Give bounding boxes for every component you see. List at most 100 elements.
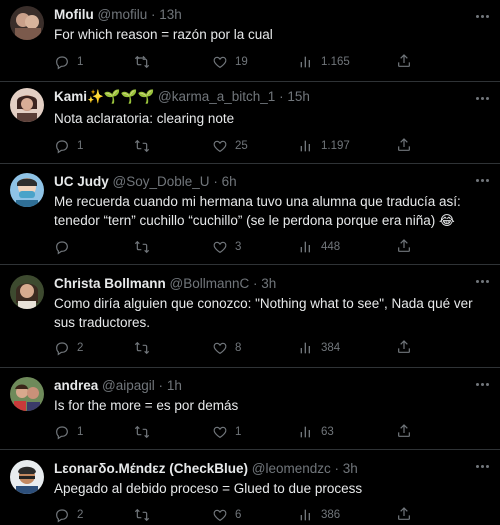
author-name[interactable]: andrea xyxy=(54,378,98,393)
avatar[interactable] xyxy=(10,377,44,411)
views-count: 1.197 xyxy=(321,140,350,152)
retweet-button[interactable] xyxy=(134,339,157,357)
views-button[interactable]: 63 xyxy=(298,423,334,441)
tweet-text: For which reason = razón por la cual xyxy=(54,27,273,42)
retweet-icon xyxy=(134,139,150,153)
author-handle[interactable]: @mofilu xyxy=(98,7,148,22)
more-icon[interactable] xyxy=(472,172,492,188)
reply-icon xyxy=(56,56,68,70)
tweet-text: Como diría alguien que conozco: "Nothing… xyxy=(54,296,473,330)
tweet[interactable]: Kami✨🌱🌱🌱 @karma_a_bitch_1 · 15h Nota acl… xyxy=(0,82,500,164)
reply-button[interactable]: 2 xyxy=(54,506,83,524)
author-name[interactable]: Lεοnaгδο.Μέndεz (CheckBlue) xyxy=(54,461,248,476)
retweet-button[interactable] xyxy=(134,137,157,155)
more-icon[interactable] xyxy=(472,90,492,106)
avatar[interactable] xyxy=(10,173,44,207)
timestamp[interactable]: 1h xyxy=(167,378,182,393)
tweet-text: Nota aclaratoria: clearing note xyxy=(54,111,235,126)
more-icon[interactable] xyxy=(472,458,492,474)
like-button[interactable]: 19 xyxy=(212,53,248,71)
author-handle[interactable]: @leomendzc xyxy=(252,461,331,476)
heart-icon xyxy=(213,241,227,254)
timestamp[interactable]: 13h xyxy=(159,7,182,22)
tweet-header: Lεοnaгδο.Μέndεz (CheckBlue) @leomendzc ·… xyxy=(54,460,470,478)
reply-icon xyxy=(56,342,68,356)
like-button[interactable]: 6 xyxy=(212,506,241,524)
author-handle[interactable]: @Soy_Doble_U xyxy=(113,174,210,189)
share-icon[interactable] xyxy=(396,137,412,153)
retweet-button[interactable] xyxy=(134,423,157,441)
retweet-button[interactable] xyxy=(134,238,157,256)
views-icon xyxy=(300,140,310,152)
retweet-icon xyxy=(134,425,150,439)
tweet-header: Kami✨🌱🌱🌱 @karma_a_bitch_1 · 15h xyxy=(54,88,470,106)
separator-dot: · xyxy=(279,89,284,104)
avatar[interactable] xyxy=(10,6,44,40)
like-count: 6 xyxy=(235,509,242,521)
reply-icon xyxy=(56,509,68,523)
views-button[interactable]: 1.165 xyxy=(298,53,350,71)
share-icon[interactable] xyxy=(396,339,412,355)
author-handle[interactable]: @aipagil xyxy=(102,378,155,393)
retweet-button[interactable] xyxy=(134,506,157,524)
like-count: 25 xyxy=(235,140,248,152)
heart-icon xyxy=(213,140,227,153)
tweet-actions: 1 25 1.197 xyxy=(54,137,486,155)
retweet-icon xyxy=(134,240,150,254)
tweet[interactable]: UC Judy @Soy_Doble_U · 6h Me recuerda cu… xyxy=(0,164,500,265)
tweet-header: Mofilu @mofilu · 13h xyxy=(54,6,470,24)
timestamp[interactable]: 15h xyxy=(287,89,310,104)
views-icon xyxy=(300,426,310,438)
retweet-button[interactable] xyxy=(134,53,157,71)
reply-button[interactable]: 1 xyxy=(54,137,83,155)
tweet-actions: 1 1 63 xyxy=(54,423,486,441)
views-icon xyxy=(300,342,310,354)
heart-icon xyxy=(213,56,227,69)
separator-dot: · xyxy=(158,378,164,393)
views-button[interactable]: 1.197 xyxy=(298,137,350,155)
reply-button[interactable]: 1 xyxy=(54,423,83,441)
like-button[interactable]: 3 xyxy=(212,238,241,256)
author-name[interactable]: UC Judy xyxy=(54,174,109,189)
views-icon xyxy=(300,56,310,68)
more-icon[interactable] xyxy=(472,273,492,289)
more-icon[interactable] xyxy=(472,8,492,24)
share-icon[interactable] xyxy=(396,506,412,522)
author-name[interactable]: Mofilu xyxy=(54,7,94,22)
views-button[interactable]: 448 xyxy=(298,238,340,256)
retweet-icon xyxy=(134,55,150,69)
tweet[interactable]: Mofilu @mofilu · 13h For which reason = … xyxy=(0,0,500,82)
tweet-text: Apegado al debido proceso = Glued to due… xyxy=(54,481,363,496)
author-handle[interactable]: @karma_a_bitch_1 xyxy=(158,89,275,104)
timeline-feed: Mofilu @mofilu · 13h For which reason = … xyxy=(0,0,500,525)
views-button[interactable]: 386 xyxy=(298,506,340,524)
like-button[interactable]: 1 xyxy=(212,423,241,441)
tweet-actions: 2 8 384 xyxy=(54,339,486,357)
views-button[interactable]: 384 xyxy=(298,339,340,357)
avatar[interactable] xyxy=(10,275,44,309)
avatar[interactable] xyxy=(10,460,44,494)
author-handle[interactable]: @BollmannC xyxy=(170,276,250,291)
author-name[interactable]: Christa Bollmann xyxy=(54,276,166,291)
reply-button[interactable]: 1 xyxy=(54,53,83,71)
like-button[interactable]: 8 xyxy=(212,339,241,357)
tweet-header: andrea @aipagil · 1h xyxy=(54,377,470,395)
tweet[interactable]: Christa Bollmann @BollmannC · 3h Como di… xyxy=(0,265,500,368)
like-count: 8 xyxy=(235,342,242,354)
heart-icon xyxy=(213,342,227,355)
timestamp[interactable]: 3h xyxy=(343,461,358,476)
timestamp[interactable]: 6h xyxy=(222,174,237,189)
reply-button[interactable]: 2 xyxy=(54,339,83,357)
timestamp[interactable]: 3h xyxy=(261,276,276,291)
share-icon[interactable] xyxy=(396,238,412,254)
like-button[interactable]: 25 xyxy=(212,137,248,155)
author-name[interactable]: Kami✨🌱🌱🌱 xyxy=(54,89,154,104)
reply-button[interactable] xyxy=(54,238,77,256)
heart-icon xyxy=(213,509,227,522)
more-icon[interactable] xyxy=(472,376,492,392)
share-icon[interactable] xyxy=(396,423,412,439)
share-icon[interactable] xyxy=(396,53,412,69)
tweet[interactable]: Lεοnaгδο.Μέndεz (CheckBlue) @leomendzc ·… xyxy=(0,450,500,525)
avatar[interactable] xyxy=(10,88,44,122)
tweet[interactable]: andrea @aipagil · 1h Is for the more = e… xyxy=(0,368,500,450)
